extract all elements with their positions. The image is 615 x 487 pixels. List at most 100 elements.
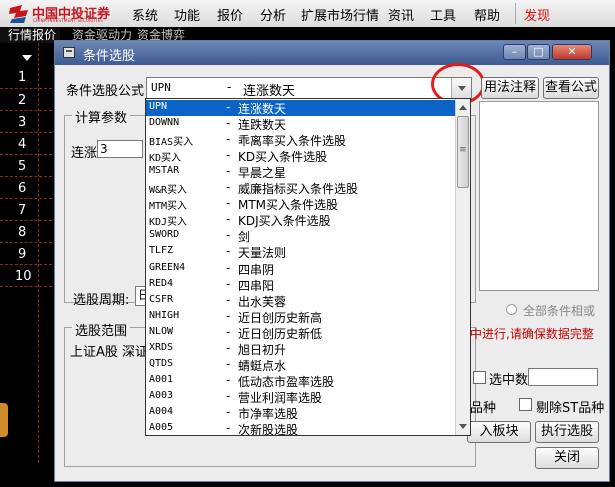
- row-number[interactable]: 1: [18, 70, 26, 85]
- menu-tools[interactable]: 工具: [430, 5, 456, 24]
- formula-select[interactable]: UPN - 连涨数天: [146, 77, 472, 99]
- row-number[interactable]: 6: [18, 181, 26, 196]
- panel-collapse-handle[interactable]: [0, 403, 8, 437]
- dropdown-option[interactable]: XRDS - 旭日初升: [146, 341, 455, 357]
- brand-logo: 中国中投证券 CHINA INVESTMENT SECURITIES: [8, 3, 120, 25]
- formula-select-name: 连涨数天: [243, 84, 296, 99]
- row-number[interactable]: 5: [18, 159, 26, 174]
- add-to-block-button[interactable]: 入板块: [467, 421, 531, 443]
- option-dash: -: [226, 148, 231, 163]
- menu-news[interactable]: 资讯: [388, 5, 414, 24]
- dropdown-option[interactable]: TLFZ - 天量法则: [146, 244, 455, 260]
- menu-divider: [515, 3, 516, 24]
- menu-discover[interactable]: 发现: [524, 5, 550, 24]
- option-name: 旭日初升: [238, 342, 287, 357]
- formula-select-code: UPN: [151, 81, 171, 94]
- menu-function[interactable]: 功能: [174, 5, 200, 24]
- dropdown-option[interactable]: SWORD - 剑: [146, 228, 455, 244]
- dropdown-option[interactable]: UPN - 连涨数天: [146, 100, 455, 116]
- execute-screen-button[interactable]: 执行选股: [535, 421, 599, 443]
- row-number[interactable]: 7: [18, 203, 26, 218]
- formula-dropdown-list[interactable]: UPN - 连涨数天 DOWNN - 连跌数天 BIAS买入 - 乖离率买入条件选股 KD买入 - K…: [145, 98, 471, 436]
- menu-help[interactable]: 帮助: [474, 5, 500, 24]
- option-code: KDJ买入: [149, 217, 188, 229]
- dropdown-option[interactable]: QTDS - 蜻蜓点水: [146, 357, 455, 373]
- option-code: MTM买入: [149, 201, 188, 213]
- option-name: 营业利润率选股: [238, 390, 323, 405]
- menu-quote[interactable]: 报价: [217, 5, 243, 24]
- option-name: 次新股选股: [238, 423, 299, 436]
- row-number[interactable]: 4: [18, 137, 26, 152]
- row-divider: [0, 264, 52, 265]
- tab-quotes[interactable]: 行情报价: [0, 27, 60, 43]
- maximize-button[interactable]: □: [527, 44, 550, 60]
- range-text: 上证A股 深证: [70, 345, 149, 360]
- dropdown-option[interactable]: NLOW - 近日创历史新低: [146, 325, 455, 341]
- minimize-icon: –: [511, 45, 518, 58]
- option-dash: -: [226, 212, 231, 227]
- sort-down-icon[interactable]: [22, 55, 32, 61]
- row-divider: [0, 110, 52, 111]
- row-number[interactable]: 9: [18, 247, 26, 262]
- dropdown-option[interactable]: KDJ买入 - KDJ买入条件选股: [146, 212, 455, 228]
- dropdown-option[interactable]: A004 - 市净率选股: [146, 405, 455, 421]
- close-button[interactable]: 关闭: [535, 447, 599, 469]
- dropdown-option[interactable]: A001 - 低动态市盈率选股: [146, 373, 455, 389]
- menu-analysis[interactable]: 分析: [260, 5, 286, 24]
- row-divider: [0, 220, 52, 221]
- dropdown-option[interactable]: NHIGH - 近日创历史新高: [146, 309, 455, 325]
- dropdown-option[interactable]: CSFR - 出水芙蓉: [146, 293, 455, 309]
- menu-extended-market[interactable]: 扩展市场行情: [301, 5, 379, 24]
- option-dash: -: [226, 404, 231, 419]
- dropdown-option[interactable]: RED4 - 四串阳: [146, 277, 455, 293]
- option-code: KD买入: [149, 153, 182, 165]
- row-number[interactable]: 8: [18, 225, 26, 240]
- selected-count-checkbox[interactable]: [473, 371, 486, 384]
- all-conditions-or-label: 全部条件相或: [523, 304, 596, 318]
- option-dash: -: [226, 421, 231, 435]
- usage-notes-button[interactable]: 用法注释: [481, 77, 539, 99]
- close-window-button[interactable]: ✕: [552, 44, 592, 60]
- condition-list-area[interactable]: [479, 101, 599, 291]
- option-dash: -: [226, 196, 231, 211]
- close-icon: ✕: [567, 45, 577, 58]
- dropdown-option[interactable]: MTM买入 - MTM买入条件选股: [146, 196, 455, 212]
- dropdown-option[interactable]: BIAS买入 - 乖离率买入条件选股: [146, 132, 455, 148]
- all-conditions-or-radio[interactable]: [506, 304, 517, 315]
- exclude-st-label: 剔除ST品种: [536, 401, 605, 416]
- option-dash: -: [226, 276, 231, 291]
- formula-label: 条件选股公式: [66, 84, 145, 99]
- option-dash: -: [226, 244, 231, 259]
- dropdown-option[interactable]: A005 - 次新股选股: [146, 421, 455, 436]
- dropdown-option[interactable]: W&R买入 - 威廉指标买入条件选股: [146, 180, 455, 196]
- scroll-down-icon[interactable]: [456, 420, 470, 434]
- option-name: 连涨数天: [238, 102, 287, 116]
- option-name: 威廉指标买入条件选股: [238, 182, 359, 197]
- dropdown-option[interactable]: MSTAR - 早晨之星: [146, 164, 455, 180]
- row-number[interactable]: 2: [18, 93, 26, 108]
- minimize-button[interactable]: –: [503, 44, 526, 60]
- view-formula-button[interactable]: 查看公式: [543, 77, 599, 99]
- option-dash: -: [226, 292, 231, 307]
- dialog-titlebar[interactable]: 条件选股 – □ ✕: [55, 41, 609, 65]
- option-dash: -: [226, 340, 231, 355]
- row-number[interactable]: 10: [15, 269, 32, 284]
- option-dash: -: [226, 324, 231, 339]
- scroll-thumb[interactable]: [457, 116, 469, 188]
- option-dash: -: [226, 132, 231, 147]
- dropdown-option[interactable]: GREEN4 - 四串阴: [146, 261, 455, 277]
- row-number[interactable]: 3: [18, 115, 26, 130]
- dropdown-option[interactable]: A003 - 营业利润率选股: [146, 389, 455, 405]
- calc-params-title: 计算参数: [72, 107, 131, 126]
- dropdown-option[interactable]: DOWNN - 连跌数天: [146, 116, 455, 132]
- option-dash: -: [226, 100, 231, 114]
- scroll-up-icon[interactable]: [456, 100, 470, 114]
- menu-system[interactable]: 系统: [132, 5, 158, 24]
- param-input[interactable]: 3: [97, 140, 143, 158]
- dropdown-scrollbar[interactable]: [455, 99, 470, 435]
- option-name: 出水芙蓉: [238, 294, 287, 309]
- logo-icon: [9, 5, 28, 23]
- exclude-st-checkbox[interactable]: [519, 398, 532, 411]
- option-name: 早晨之星: [238, 166, 287, 181]
- dropdown-option[interactable]: KD买入 - KD买入条件选股: [146, 148, 455, 164]
